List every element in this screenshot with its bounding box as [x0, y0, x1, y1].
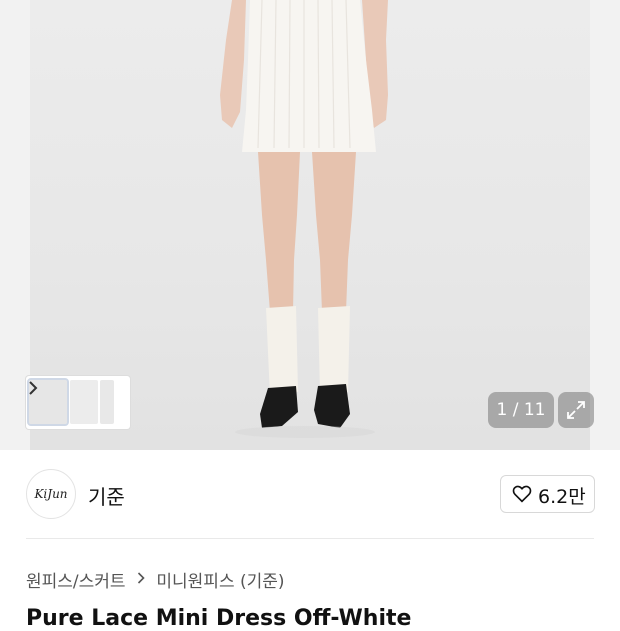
brand-row: KiJun 기준 6.2만 — [0, 452, 620, 538]
breadcrumb: 원피스/스커트 미니원피스 (기준) — [26, 567, 285, 592]
product-image-gallery[interactable]: 1 / 11 — [0, 0, 620, 450]
brand-logo[interactable]: KiJun — [26, 469, 76, 519]
thumbnail-strip[interactable] — [26, 376, 130, 429]
chevron-right-icon[interactable] — [26, 376, 40, 400]
product-title: Pure Lace Mini Dress Off-White — [26, 606, 412, 631]
thumbnail-2[interactable] — [70, 380, 98, 424]
image-pager: 1 / 11 — [488, 392, 554, 428]
expand-icon — [567, 401, 585, 419]
heart-icon — [512, 485, 532, 503]
divider — [26, 538, 594, 539]
like-count: 6.2만 — [538, 486, 586, 508]
expand-button[interactable] — [558, 392, 594, 428]
like-button[interactable]: 6.2만 — [500, 475, 595, 513]
brand-name[interactable]: 기준 — [88, 481, 125, 510]
breadcrumb-subcategory[interactable]: 미니원피스 (기준) — [156, 567, 284, 592]
thumbnail-3[interactable] — [100, 380, 114, 424]
chevron-right-icon — [137, 570, 145, 590]
breadcrumb-category[interactable]: 원피스/스커트 — [26, 567, 126, 592]
